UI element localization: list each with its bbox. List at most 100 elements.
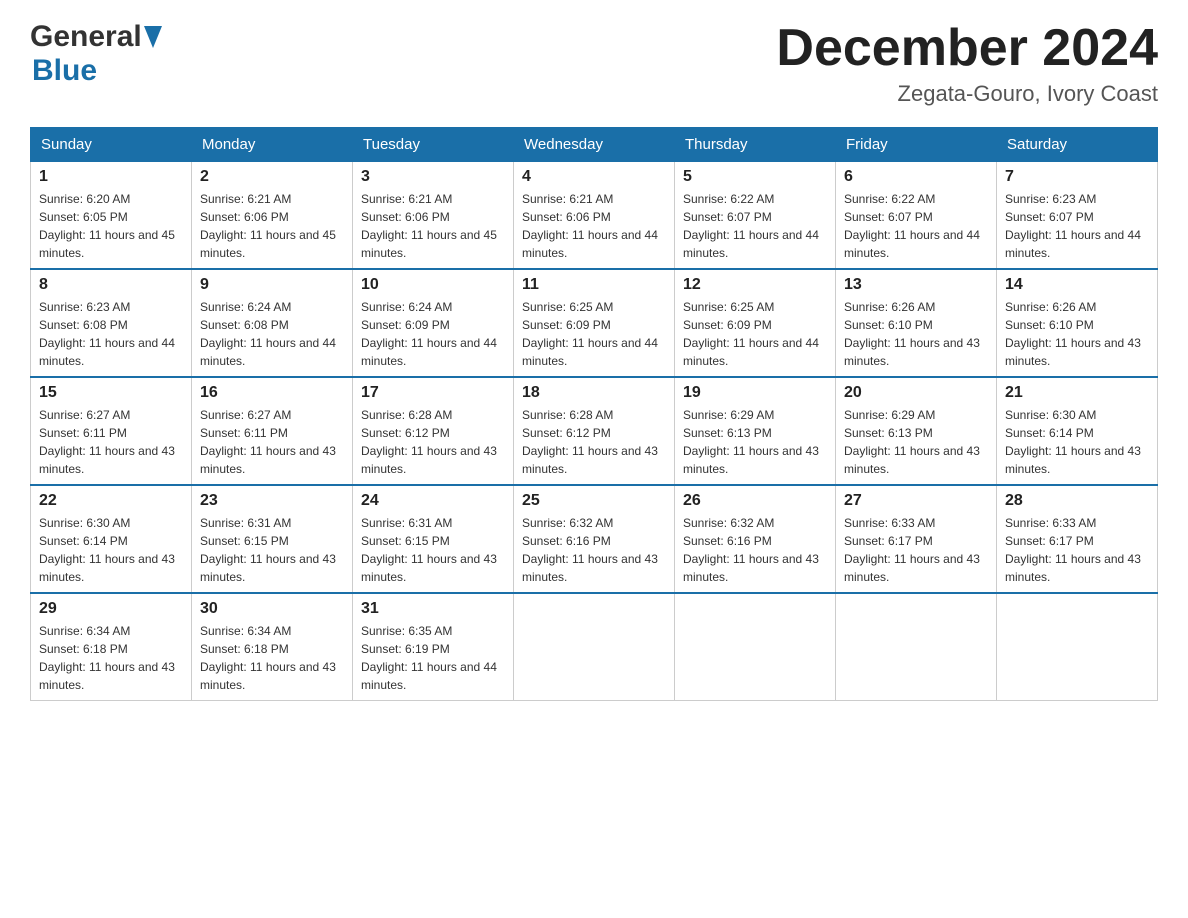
day-number: 10 (361, 276, 505, 294)
calendar-table: SundayMondayTuesdayWednesdayThursdayFrid… (30, 127, 1158, 701)
day-number: 26 (683, 492, 827, 510)
day-number: 31 (361, 600, 505, 618)
logo-general-text: General (30, 20, 142, 54)
day-number: 24 (361, 492, 505, 510)
day-info: Sunrise: 6:22 AMSunset: 6:07 PMDaylight:… (844, 190, 988, 262)
day-info: Sunrise: 6:21 AMSunset: 6:06 PMDaylight:… (200, 190, 344, 262)
day-info: Sunrise: 6:29 AMSunset: 6:13 PMDaylight:… (683, 406, 827, 478)
day-number: 22 (39, 492, 183, 510)
day-info: Sunrise: 6:22 AMSunset: 6:07 PMDaylight:… (683, 190, 827, 262)
calendar-cell: 30Sunrise: 6:34 AMSunset: 6:18 PMDayligh… (192, 593, 353, 701)
day-number: 11 (522, 276, 666, 294)
day-info: Sunrise: 6:32 AMSunset: 6:16 PMDaylight:… (522, 514, 666, 586)
day-info: Sunrise: 6:33 AMSunset: 6:17 PMDaylight:… (844, 514, 988, 586)
calendar-cell (514, 593, 675, 701)
day-info: Sunrise: 6:33 AMSunset: 6:17 PMDaylight:… (1005, 514, 1149, 586)
calendar-cell: 14 Sunrise: 6:26 AMSunset: 6:10 PMDayligh… (997, 269, 1158, 377)
day-number: 1 (39, 168, 183, 186)
calendar-cell: 5Sunrise: 6:22 AMSunset: 6:07 PMDaylight… (675, 162, 836, 270)
calendar-cell: 22 Sunrise: 6:30 AMSunset: 6:14 PMDayligh… (31, 485, 192, 593)
calendar-cell: 6 Sunrise: 6:22 AMSunset: 6:07 PMDaylight… (836, 162, 997, 270)
page-header: General Blue December 2024 Zegata-Gouro,… (30, 20, 1158, 107)
day-info: Sunrise: 6:30 AMSunset: 6:14 PMDaylight:… (39, 514, 183, 586)
calendar-cell: 3 Sunrise: 6:21 AMSunset: 6:06 PMDaylight… (353, 162, 514, 270)
day-number: 13 (844, 276, 988, 294)
day-number: 12 (683, 276, 827, 294)
day-number: 2 (200, 168, 344, 186)
calendar-cell: 31 Sunrise: 6:35 AMSunset: 6:19 PMDayligh… (353, 593, 514, 701)
day-number: 8 (39, 276, 183, 294)
calendar-header-thursday: Thursday (675, 128, 836, 162)
day-number: 19 (683, 384, 827, 402)
calendar-week-row: 29 Sunrise: 6:34 AMSunset: 6:18 PMDayligh… (31, 593, 1158, 701)
day-number: 17 (361, 384, 505, 402)
calendar-header-saturday: Saturday (997, 128, 1158, 162)
day-number: 9 (200, 276, 344, 294)
calendar-header-tuesday: Tuesday (353, 128, 514, 162)
calendar-cell: 26Sunrise: 6:32 AMSunset: 6:16 PMDayligh… (675, 485, 836, 593)
day-number: 3 (361, 168, 505, 186)
day-number: 27 (844, 492, 988, 510)
calendar-cell: 21 Sunrise: 6:30 AMSunset: 6:14 PMDayligh… (997, 377, 1158, 485)
calendar-cell (997, 593, 1158, 701)
calendar-cell: 16Sunrise: 6:27 AMSunset: 6:11 PMDayligh… (192, 377, 353, 485)
day-number: 21 (1005, 384, 1149, 402)
day-number: 29 (39, 600, 183, 618)
title-section: December 2024 Zegata-Gouro, Ivory Coast (776, 20, 1158, 107)
calendar-cell: 12Sunrise: 6:25 AMSunset: 6:09 PMDayligh… (675, 269, 836, 377)
calendar-cell: 4 Sunrise: 6:21 AMSunset: 6:06 PMDaylight… (514, 162, 675, 270)
day-info: Sunrise: 6:35 AMSunset: 6:19 PMDaylight:… (361, 622, 505, 694)
calendar-week-row: 8 Sunrise: 6:23 AMSunset: 6:08 PMDaylight… (31, 269, 1158, 377)
day-number: 7 (1005, 168, 1149, 186)
calendar-cell: 18 Sunrise: 6:28 AMSunset: 6:12 PMDayligh… (514, 377, 675, 485)
day-info: Sunrise: 6:21 AMSunset: 6:06 PMDaylight:… (361, 190, 505, 262)
day-number: 14 (1005, 276, 1149, 294)
month-title: December 2024 (776, 20, 1158, 77)
day-number: 28 (1005, 492, 1149, 510)
day-info: Sunrise: 6:34 AMSunset: 6:18 PMDaylight:… (200, 622, 344, 694)
calendar-week-row: 1 Sunrise: 6:20 AMSunset: 6:05 PMDaylight… (31, 162, 1158, 270)
calendar-header-wednesday: Wednesday (514, 128, 675, 162)
day-info: Sunrise: 6:23 AMSunset: 6:08 PMDaylight:… (39, 298, 183, 370)
calendar-cell: 19 Sunrise: 6:29 AMSunset: 6:13 PMDayligh… (675, 377, 836, 485)
calendar-cell: 20Sunrise: 6:29 AMSunset: 6:13 PMDayligh… (836, 377, 997, 485)
day-number: 23 (200, 492, 344, 510)
logo-arrow-icon (144, 26, 162, 48)
day-info: Sunrise: 6:25 AMSunset: 6:09 PMDaylight:… (522, 298, 666, 370)
calendar-cell: 28 Sunrise: 6:33 AMSunset: 6:17 PMDayligh… (997, 485, 1158, 593)
day-info: Sunrise: 6:28 AMSunset: 6:12 PMDaylight:… (361, 406, 505, 478)
day-info: Sunrise: 6:20 AMSunset: 6:05 PMDaylight:… (39, 190, 183, 262)
day-number: 6 (844, 168, 988, 186)
day-info: Sunrise: 6:21 AMSunset: 6:06 PMDaylight:… (522, 190, 666, 262)
calendar-cell: 9 Sunrise: 6:24 AMSunset: 6:08 PMDaylight… (192, 269, 353, 377)
day-info: Sunrise: 6:26 AMSunset: 6:10 PMDaylight:… (844, 298, 988, 370)
day-number: 4 (522, 168, 666, 186)
calendar-header-row: SundayMondayTuesdayWednesdayThursdayFrid… (31, 128, 1158, 162)
day-info: Sunrise: 6:24 AMSunset: 6:08 PMDaylight:… (200, 298, 344, 370)
calendar-header-friday: Friday (836, 128, 997, 162)
calendar-cell: 17 Sunrise: 6:28 AMSunset: 6:12 PMDayligh… (353, 377, 514, 485)
day-number: 18 (522, 384, 666, 402)
day-info: Sunrise: 6:28 AMSunset: 6:12 PMDaylight:… (522, 406, 666, 478)
day-info: Sunrise: 6:31 AMSunset: 6:15 PMDaylight:… (200, 514, 344, 586)
calendar-cell: 23 Sunrise: 6:31 AMSunset: 6:15 PMDayligh… (192, 485, 353, 593)
calendar-cell: 15 Sunrise: 6:27 AMSunset: 6:11 PMDayligh… (31, 377, 192, 485)
day-number: 25 (522, 492, 666, 510)
day-info: Sunrise: 6:26 AMSunset: 6:10 PMDaylight:… (1005, 298, 1149, 370)
day-info: Sunrise: 6:24 AMSunset: 6:09 PMDaylight:… (361, 298, 505, 370)
calendar-cell: 2 Sunrise: 6:21 AMSunset: 6:06 PMDaylight… (192, 162, 353, 270)
calendar-week-row: 15 Sunrise: 6:27 AMSunset: 6:11 PMDayligh… (31, 377, 1158, 485)
calendar-cell: 25 Sunrise: 6:32 AMSunset: 6:16 PMDayligh… (514, 485, 675, 593)
calendar-cell (836, 593, 997, 701)
day-info: Sunrise: 6:30 AMSunset: 6:14 PMDaylight:… (1005, 406, 1149, 478)
day-info: Sunrise: 6:27 AMSunset: 6:11 PMDaylight:… (200, 406, 344, 478)
calendar-cell: 10 Sunrise: 6:24 AMSunset: 6:09 PMDayligh… (353, 269, 514, 377)
day-number: 15 (39, 384, 183, 402)
day-info: Sunrise: 6:27 AMSunset: 6:11 PMDaylight:… (39, 406, 183, 478)
calendar-header-monday: Monday (192, 128, 353, 162)
day-info: Sunrise: 6:23 AMSunset: 6:07 PMDaylight:… (1005, 190, 1149, 262)
calendar-cell (675, 593, 836, 701)
calendar-cell: 11 Sunrise: 6:25 AMSunset: 6:09 PMDayligh… (514, 269, 675, 377)
day-info: Sunrise: 6:31 AMSunset: 6:15 PMDaylight:… (361, 514, 505, 586)
day-info: Sunrise: 6:29 AMSunset: 6:13 PMDaylight:… (844, 406, 988, 478)
